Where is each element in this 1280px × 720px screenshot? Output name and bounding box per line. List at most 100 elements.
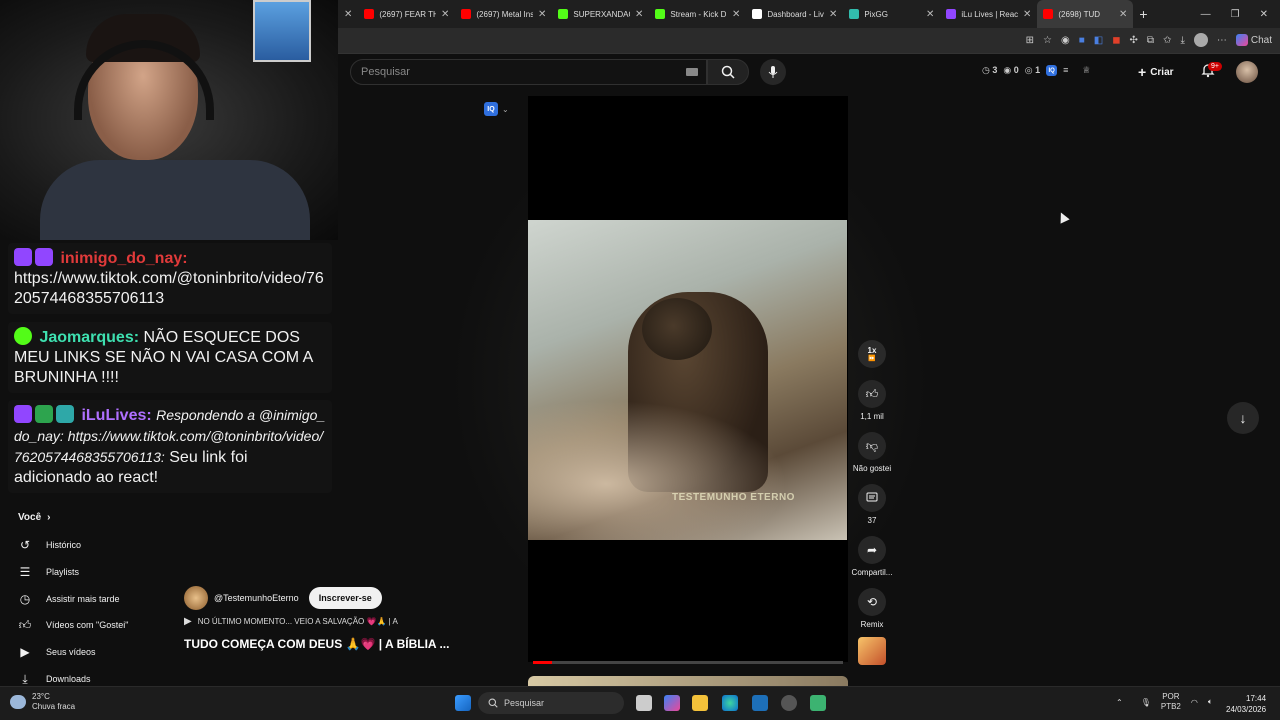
app-icon[interactable] <box>810 695 826 711</box>
browser-tab[interactable]: Dashboard - Liv ✕ <box>746 0 843 28</box>
voice-search-button[interactable] <box>760 59 786 85</box>
mic-icon[interactable]: 🎙︎ <box>1141 698 1151 707</box>
comments-button[interactable] <box>858 484 886 512</box>
taskbar-search[interactable]: Pesquisar <box>478 692 624 714</box>
system-tray: ⌃ 🎙︎ POR PTB2 ◠ 🔈︎ <box>1116 692 1213 712</box>
minimize-icon[interactable]: — <box>1201 9 1211 20</box>
search-input[interactable]: Pesquisar <box>350 59 707 85</box>
list-icon[interactable]: ≡ <box>1063 65 1068 76</box>
music-row[interactable]: ▶ NO ÚLTIMO MOMENTO... VEIO A SALVAÇÃO 💗… <box>184 616 398 627</box>
download-icon[interactable]: ⤓ <box>1180 35 1184 46</box>
tab-close-icon[interactable]: ✕ <box>926 9 934 20</box>
subscribe-button[interactable]: Inscrever-se <box>308 587 382 609</box>
star-icon[interactable]: ☆ <box>1043 35 1052 46</box>
tab-label: PixGG <box>864 9 888 19</box>
next-short-preview[interactable] <box>528 676 848 686</box>
dislike-button[interactable]: 👎︎ <box>858 432 886 460</box>
extension-icon[interactable]: ■ <box>1079 35 1085 46</box>
twitch-badge-icon <box>14 248 32 266</box>
time: 17:44 <box>1246 694 1267 703</box>
sidebar-item-liked[interactable]: 👍︎ Vídeos com "Gostei" <box>18 618 129 632</box>
browser-tab[interactable]: SUPERXANDAO ✕ <box>552 0 649 28</box>
photos-icon[interactable] <box>752 695 768 711</box>
search-button[interactable] <box>707 59 749 85</box>
sidebar-item-watch-later[interactable]: ◷ Assistir mais tarde <box>18 592 120 606</box>
create-button[interactable]: + Criar <box>1138 61 1174 83</box>
start-icon[interactable] <box>455 695 471 711</box>
tab-close-icon[interactable]: ✕ <box>1023 9 1031 20</box>
sidebar-item-your-videos[interactable]: ▶ Seus vídeos <box>18 645 95 659</box>
weather-text: 23°C Chuva fraca <box>32 692 75 712</box>
extension-icon[interactable]: ◧ <box>1094 35 1103 46</box>
comment-icon <box>866 492 878 502</box>
favorites-icon[interactable]: ✩ <box>1163 35 1171 46</box>
progress-bar[interactable] <box>533 661 843 664</box>
chat-message: inimigo_do_nay: https://www.tiktok.com/@… <box>8 243 332 314</box>
tab-close-icon[interactable]: ✕ <box>441 9 449 20</box>
puzzle-icon[interactable]: ✣ <box>1130 35 1138 46</box>
sound-thumbnail[interactable] <box>858 637 886 665</box>
tab-favicon-icon <box>655 9 666 19</box>
wifi-icon[interactable]: ◠ <box>1191 698 1198 707</box>
sidebar-item-history[interactable]: ↺ Histórico <box>18 538 81 552</box>
lang-code: POR <box>1162 692 1180 701</box>
new-tab-button[interactable]: + <box>1133 0 1153 28</box>
file-explorer-icon[interactable] <box>692 695 708 711</box>
maximize-icon[interactable]: ❐ <box>1231 9 1240 20</box>
browser-tab[interactable]: iLu Lives | React ✕ <box>940 0 1037 28</box>
next-video-button[interactable]: ↓ <box>1227 402 1259 434</box>
sidebar-item-downloads[interactable]: ⤓ Downloads <box>18 672 90 686</box>
tab-close-prev[interactable]: ✕ <box>338 0 358 28</box>
account-avatar[interactable] <box>1236 61 1258 83</box>
tab-label: Stream - Kick D <box>670 9 727 19</box>
close-window-icon[interactable]: ✕ <box>1260 9 1268 20</box>
install-icon[interactable]: ⊞ <box>1026 35 1034 46</box>
chevron-up-icon[interactable]: ⌃ <box>1116 698 1123 707</box>
browser-tab[interactable]: (2697) FEAR THE ✕ <box>358 0 455 28</box>
task-view-icon[interactable] <box>636 695 652 711</box>
tab-favicon-icon <box>461 9 472 19</box>
browser-tab[interactable]: Stream - Kick D ✕ <box>649 0 746 28</box>
sidebar-section-you[interactable]: Você › <box>18 512 51 523</box>
progress-fill <box>533 661 552 664</box>
copilot-icon[interactable] <box>664 695 680 711</box>
tab-close-icon[interactable]: ✕ <box>635 9 643 20</box>
edge-icon[interactable] <box>722 695 738 711</box>
channel-avatar[interactable] <box>184 586 208 610</box>
channel-name[interactable]: @TestemunhoEterno <box>214 593 299 603</box>
profile-icon[interactable] <box>1193 33 1208 47</box>
tab-label: iLu Lives | React <box>961 9 1018 19</box>
weather-widget[interactable]: 23°C Chuva fraca <box>10 692 75 712</box>
wall-poster <box>253 0 311 62</box>
split-screen-icon[interactable]: ⧉ <box>1147 35 1154 46</box>
more-icon[interactable]: ⋯ <box>1217 35 1227 46</box>
layout-code: PTB2 <box>1160 702 1181 711</box>
extension-icon[interactable]: ◉ <box>1061 35 1070 46</box>
keyboard-icon[interactable] <box>686 68 698 76</box>
remix-button[interactable]: ⟲ <box>858 588 886 616</box>
tab-favicon-icon <box>946 9 957 19</box>
obs-icon[interactable] <box>781 695 797 711</box>
language-indicator[interactable]: POR PTB2 <box>1161 692 1181 712</box>
thumbs-down-icon: 👎︎ <box>865 438 879 453</box>
browser-tab[interactable]: (2697) Metal Ins ✕ <box>455 0 552 28</box>
clock[interactable]: 17:44 24/03/2026 <box>1226 693 1266 715</box>
share-button[interactable]: ➦ <box>858 536 886 564</box>
extension-icon[interactable]: ◼ <box>1112 35 1120 46</box>
copilot-chat-button[interactable]: Chat <box>1235 34 1272 46</box>
like-button[interactable]: 👍︎ <box>858 380 886 408</box>
tab-close-icon[interactable]: ✕ <box>829 9 837 20</box>
tab-close-icon[interactable]: ✕ <box>732 9 740 20</box>
trophy-icon[interactable]: ♕ <box>1082 65 1090 76</box>
tab-close-icon[interactable]: ✕ <box>538 9 546 20</box>
taskbar-search-label: Pesquisar <box>504 698 545 708</box>
volume-icon[interactable]: 🔈︎ <box>1208 697 1213 707</box>
video-title[interactable]: TUDO COMEÇA COM DEUS 🙏💗 | A BÍBLIA ... <box>184 637 449 651</box>
tab-close-icon[interactable]: ✕ <box>1119 9 1127 20</box>
browser-tab[interactable]: (2698) TUD ✕ <box>1037 0 1134 28</box>
iq-icon[interactable]: IQ <box>1046 65 1058 76</box>
sidebar-item-playlists[interactable]: ☰ Playlists <box>18 565 79 579</box>
playback-speed-button[interactable]: 1x ⏩ <box>858 340 886 368</box>
video-watermark: TESTEMUNHO ETERNO <box>672 492 795 503</box>
browser-tab[interactable]: PixGG ✕ <box>843 0 940 28</box>
